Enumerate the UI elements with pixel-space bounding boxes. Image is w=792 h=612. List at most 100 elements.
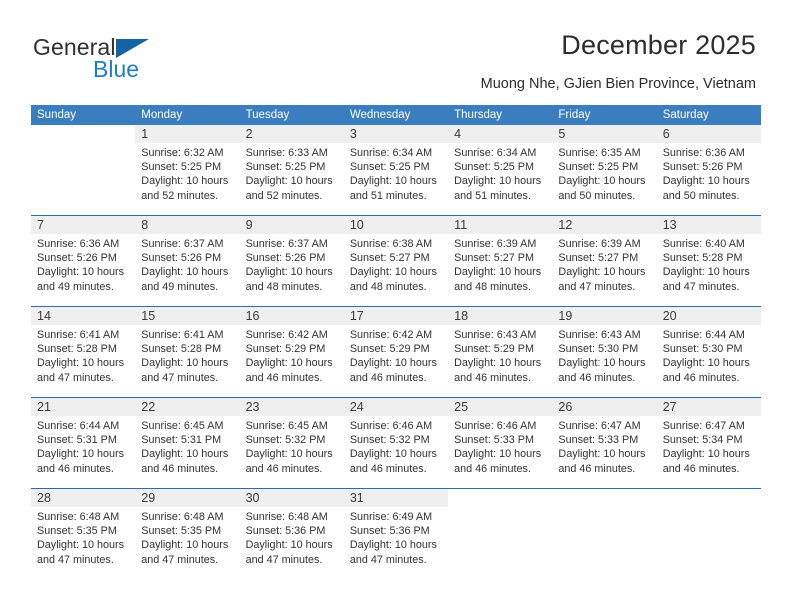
day-details bbox=[448, 507, 552, 510]
daylight-line-1: Daylight: 10 hours bbox=[558, 175, 646, 188]
day-number: 19 bbox=[558, 309, 573, 323]
day-number-band: 28 bbox=[31, 489, 136, 507]
daylight-line-2: and 47 minutes. bbox=[662, 280, 740, 293]
daylight-line-2: and 48 minutes. bbox=[349, 280, 427, 293]
calendar-day[interactable]: 5 Sunrise: 6:35 AM Sunset: 5:25 PM Daylight… bbox=[552, 125, 657, 215]
day-number-band bbox=[552, 489, 657, 507]
day-number: 9 bbox=[245, 218, 253, 232]
calendar-day[interactable]: 9 Sunrise: 6:37 AM Sunset: 5:26 PM Daylight… bbox=[239, 216, 344, 306]
calendar-cell: 13 Sunrise: 6:40 AM Sunset: 5:28 PM Dayligh… bbox=[656, 215, 761, 307]
day-number: 27 bbox=[662, 400, 677, 414]
sunrise-line: Sunrise: 6:35 AM bbox=[558, 147, 641, 159]
sunset-line: Sunset: 5:26 PM bbox=[662, 161, 743, 174]
calendar-day[interactable]: 14 Sunrise: 6:41 AM Sunset: 5:28 PM Dayligh… bbox=[31, 307, 136, 397]
sunset-line: Sunset: 5:29 PM bbox=[454, 343, 534, 356]
weekday-header-monday: Monday bbox=[135, 105, 240, 125]
day-number-band: 22 bbox=[135, 398, 240, 416]
weekday-header-row: Sunday Monday Tuesday Wednesday Thursday Frid… bbox=[31, 105, 761, 125]
calendar-day[interactable]: 13 Sunrise: 6:40 AM Sunset: 5:28 PM Dayligh… bbox=[656, 216, 761, 306]
day-number: 3 bbox=[349, 127, 357, 141]
day-number-band: 31 bbox=[343, 489, 449, 507]
calendar-day[interactable]: 19 Sunrise: 6:43 AM Sunset: 5:30 PM Dayligh… bbox=[552, 307, 657, 397]
calendar-day[interactable]: 16 Sunrise: 6:42 AM Sunset: 5:29 PM Dayligh… bbox=[239, 307, 344, 397]
day-details: Sunrise: 6:41 AM Sunset: 5:28 PM Daylight:… bbox=[31, 325, 135, 385]
weekday-header-wednesday: Wednesday bbox=[343, 105, 449, 125]
calendar-day[interactable]: 31 Sunrise: 6:49 AM Sunset: 5:36 PM Dayligh… bbox=[343, 489, 449, 579]
calendar-day[interactable]: 8 Sunrise: 6:37 AM Sunset: 5:26 PM Daylight… bbox=[135, 216, 240, 306]
day-details: Sunrise: 6:46 AM Sunset: 5:32 PM Daylight:… bbox=[344, 416, 448, 476]
calendar-cell: 30 Sunrise: 6:48 AM Sunset: 5:36 PM Dayligh… bbox=[239, 488, 344, 579]
daylight-line-1: Daylight: 10 hours bbox=[454, 448, 542, 461]
day-number-band bbox=[656, 489, 761, 507]
day-number: 7 bbox=[37, 218, 44, 232]
calendar-day[interactable]: 21 Sunrise: 6:44 AM Sunset: 5:31 PM Dayligh… bbox=[31, 398, 136, 488]
sunrise-line: Sunrise: 6:39 AM bbox=[454, 238, 537, 250]
daylight-line-1: Daylight: 10 hours bbox=[662, 266, 750, 279]
calendar-day[interactable]: 30 Sunrise: 6:48 AM Sunset: 5:36 PM Dayligh… bbox=[239, 489, 344, 579]
calendar-day[interactable]: 1 Sunrise: 6:32 AM Sunset: 5:25 PM Daylight… bbox=[135, 125, 240, 215]
calendar-day[interactable]: 26 Sunrise: 6:47 AM Sunset: 5:33 PM Dayligh… bbox=[552, 398, 657, 488]
day-details: Sunrise: 6:39 AM Sunset: 5:27 PM Daylight:… bbox=[552, 234, 656, 294]
day-number bbox=[448, 489, 552, 490]
calendar-day[interactable]: 4 Sunrise: 6:34 AM Sunset: 5:25 PM Daylight… bbox=[448, 125, 553, 215]
calendar-day[interactable]: 17 Sunrise: 6:42 AM Sunset: 5:29 PM Dayligh… bbox=[343, 307, 449, 397]
calendar-day[interactable]: 23 Sunrise: 6:45 AM Sunset: 5:32 PM Dayligh… bbox=[239, 398, 344, 488]
calendar-day[interactable]: 27 Sunrise: 6:47 AM Sunset: 5:34 PM Dayligh… bbox=[656, 398, 761, 488]
calendar-day[interactable]: 2 Sunrise: 6:33 AM Sunset: 5:25 PM Daylight… bbox=[239, 125, 344, 215]
calendar-cell: 31 Sunrise: 6:49 AM Sunset: 5:36 PM Dayligh… bbox=[343, 488, 449, 579]
calendar-day[interactable]: 22 Sunrise: 6:45 AM Sunset: 5:31 PM Dayligh… bbox=[135, 398, 240, 488]
day-number: 12 bbox=[558, 218, 573, 232]
daylight-line-1: Daylight: 10 hours bbox=[37, 266, 125, 279]
daylight-line-1: Daylight: 10 hours bbox=[349, 175, 437, 188]
calendar-day[interactable]: 10 Sunrise: 6:38 AM Sunset: 5:27 PM Dayligh… bbox=[343, 216, 449, 306]
sunset-line: Sunset: 5:25 PM bbox=[349, 161, 430, 174]
day-number-band: 4 bbox=[448, 125, 553, 143]
sunrise-line: Sunrise: 6:41 AM bbox=[141, 329, 224, 341]
day-details: Sunrise: 6:44 AM Sunset: 5:31 PM Daylight:… bbox=[31, 416, 135, 476]
calendar-cell: 21 Sunrise: 6:44 AM Sunset: 5:31 PM Dayligh… bbox=[31, 397, 136, 489]
calendar-day[interactable]: 29 Sunrise: 6:48 AM Sunset: 5:35 PM Dayligh… bbox=[135, 489, 240, 579]
calendar-day[interactable]: 20 Sunrise: 6:44 AM Sunset: 5:30 PM Dayligh… bbox=[656, 307, 761, 397]
calendar-cell bbox=[656, 488, 761, 579]
day-details: Sunrise: 6:32 AM Sunset: 5:25 PM Daylight:… bbox=[135, 143, 239, 203]
calendar-cell: 26 Sunrise: 6:47 AM Sunset: 5:33 PM Dayligh… bbox=[552, 397, 657, 489]
calendar-day[interactable]: 6 Sunrise: 6:36 AM Sunset: 5:26 PM Daylight… bbox=[656, 125, 761, 215]
calendar-day[interactable]: 24 Sunrise: 6:46 AM Sunset: 5:32 PM Dayligh… bbox=[343, 398, 449, 488]
day-number-band: 25 bbox=[448, 398, 553, 416]
day-number-band: 30 bbox=[239, 489, 344, 507]
calendar-day[interactable]: 12 Sunrise: 6:39 AM Sunset: 5:27 PM Dayligh… bbox=[552, 216, 657, 306]
sunset-line: Sunset: 5:33 PM bbox=[454, 434, 534, 447]
calendar-day[interactable]: 15 Sunrise: 6:41 AM Sunset: 5:28 PM Dayligh… bbox=[135, 307, 240, 397]
sunset-line: Sunset: 5:33 PM bbox=[558, 434, 639, 447]
sunrise-line: Sunrise: 6:47 AM bbox=[558, 420, 641, 432]
calendar-day[interactable]: 25 Sunrise: 6:46 AM Sunset: 5:33 PM Dayligh… bbox=[448, 398, 553, 488]
day-details: Sunrise: 6:49 AM Sunset: 5:36 PM Daylight:… bbox=[344, 507, 448, 567]
daylight-line-1: Daylight: 10 hours bbox=[662, 175, 750, 188]
day-details: Sunrise: 6:48 AM Sunset: 5:35 PM Daylight:… bbox=[31, 507, 135, 567]
day-details: Sunrise: 6:38 AM Sunset: 5:27 PM Daylight:… bbox=[344, 234, 448, 294]
day-number-band: 23 bbox=[239, 398, 344, 416]
day-details: Sunrise: 6:42 AM Sunset: 5:29 PM Daylight:… bbox=[240, 325, 344, 385]
sunset-line: Sunset: 5:27 PM bbox=[454, 252, 534, 265]
sunrise-line: Sunrise: 6:42 AM bbox=[349, 329, 433, 341]
calendar-day[interactable]: 18 Sunrise: 6:43 AM Sunset: 5:29 PM Dayligh… bbox=[448, 307, 553, 397]
calendar-cell: 1 Sunrise: 6:32 AM Sunset: 5:25 PM Daylight… bbox=[135, 125, 240, 216]
day-number: 23 bbox=[245, 400, 260, 414]
day-number: 8 bbox=[141, 218, 149, 232]
calendar-day[interactable]: 3 Sunrise: 6:34 AM Sunset: 5:25 PM Daylight… bbox=[343, 125, 449, 215]
calendar-day[interactable]: 11 Sunrise: 6:39 AM Sunset: 5:27 PM Dayligh… bbox=[448, 216, 553, 306]
calendar-day[interactable]: 7 Sunrise: 6:36 AM Sunset: 5:26 PM Daylight… bbox=[31, 216, 136, 306]
daylight-line-2: and 47 minutes. bbox=[37, 553, 114, 566]
daylight-line-1: Daylight: 10 hours bbox=[349, 357, 437, 370]
calendar-day[interactable]: 28 Sunrise: 6:48 AM Sunset: 5:35 PM Dayligh… bbox=[31, 489, 136, 579]
sunrise-line: Sunrise: 6:44 AM bbox=[662, 329, 745, 341]
sunrise-line: Sunrise: 6:46 AM bbox=[454, 420, 537, 432]
daylight-line-2: and 46 minutes. bbox=[349, 462, 427, 475]
sunset-line: Sunset: 5:29 PM bbox=[349, 343, 430, 356]
weekday-header-tuesday: Tuesday bbox=[239, 105, 344, 125]
calendar-cell: 3 Sunrise: 6:34 AM Sunset: 5:25 PM Daylight… bbox=[343, 125, 449, 216]
daylight-line-2: and 46 minutes. bbox=[349, 371, 427, 384]
daylight-line-1: Daylight: 10 hours bbox=[245, 448, 333, 461]
general-blue-logo[interactable]: General Blue bbox=[33, 34, 213, 82]
day-number-band: 11 bbox=[448, 216, 553, 234]
